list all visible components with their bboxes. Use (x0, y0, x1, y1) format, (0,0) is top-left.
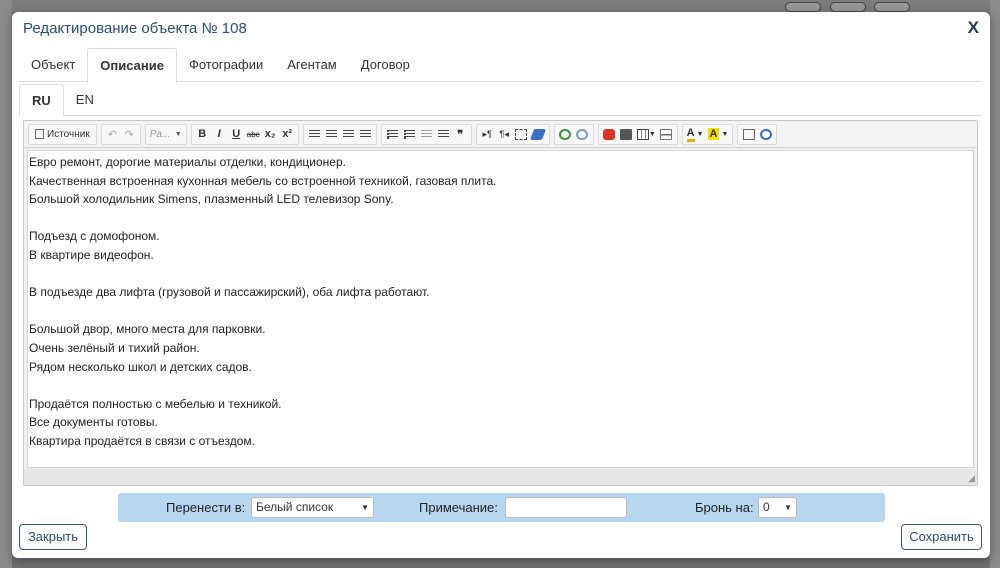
chevron-down-icon: ▼ (174, 130, 182, 138)
youtube-icon[interactable] (601, 125, 618, 144)
outdent-icon[interactable] (418, 125, 435, 144)
note-label: Примечание: (419, 500, 498, 515)
underline-button[interactable]: U (228, 125, 245, 144)
editor-paragraph: Подъезд с домофоном. (29, 229, 160, 244)
tab-description[interactable]: Описание (87, 48, 177, 83)
superscript-button[interactable]: x² (279, 125, 296, 144)
object-actions-bar: Перенести в: Белый список ▼ Примечание: … (118, 493, 885, 522)
paragraph-format-select[interactable]: Ра... ▼ (148, 125, 184, 144)
italic-button[interactable]: I (211, 125, 228, 144)
editor-paragraph: Все документы готовы. (29, 415, 158, 430)
maximize-icon[interactable] (740, 125, 757, 144)
align-left-icon[interactable] (306, 125, 323, 144)
editor-paragraph: В квартире видеофон. (29, 247, 154, 262)
background-app-sidebar (0, 0, 12, 568)
bold-button[interactable]: B (194, 125, 211, 144)
subscript-button[interactable]: x₂ (262, 125, 279, 144)
select-all-icon[interactable] (513, 125, 530, 144)
editor-paragraph: Очень зелёный и тихий район. (29, 340, 200, 355)
save-button[interactable]: Сохранить (901, 524, 982, 550)
numbered-list-icon[interactable] (384, 125, 401, 144)
paragraph-format-value: Ра... (149, 128, 171, 140)
editor-paragraph: В подъезде два лифта (грузовой и пассажи… (29, 285, 430, 300)
move-to-label: Перенести в: (166, 500, 246, 515)
close-icon[interactable]: X (968, 18, 979, 38)
booking-select[interactable]: 0 ▼ (758, 497, 797, 518)
bulleted-list-icon[interactable] (401, 125, 418, 144)
background-badge (785, 2, 821, 12)
main-tabs: Объект Описание Фотографии Агентам Догов… (19, 48, 982, 83)
tab-object[interactable]: Объект (19, 48, 87, 82)
tab-photos[interactable]: Фотографии (177, 48, 275, 82)
editor-paragraph (29, 209, 972, 228)
table-icon[interactable]: ▼ (635, 125, 658, 144)
background-color-button[interactable]: A ▼ (706, 125, 731, 144)
background-app-panel (990, 0, 1000, 568)
dialog-title: Редактирование объекта № 108 (23, 20, 247, 37)
indent-icon[interactable] (435, 125, 452, 144)
edit-object-dialog: Редактирование объекта № 108 X Объект Оп… (12, 12, 990, 558)
background-badge (874, 2, 910, 12)
editor-paragraph: Большой холодильник Simens, плазменный L… (29, 192, 394, 207)
chevron-down-icon: ▼ (361, 503, 369, 512)
background-badge (830, 2, 866, 12)
resize-handle-icon[interactable]: ◢ (968, 473, 975, 484)
source-icon (35, 129, 44, 139)
rtl-icon[interactable]: ¶◂ (496, 125, 513, 144)
note-input[interactable] (505, 497, 627, 518)
blockquote-button[interactable]: ❞ (452, 125, 469, 144)
undo-icon[interactable]: ↶ (104, 125, 121, 144)
link-icon[interactable] (557, 125, 574, 144)
align-center-icon[interactable] (323, 125, 340, 144)
text-color-label: A (686, 127, 695, 142)
strikethrough-button[interactable]: abc (245, 125, 262, 144)
editor-content[interactable]: Евро ремонт, дорогие материалы отделки, … (27, 150, 974, 468)
editor-paragraph (29, 376, 972, 395)
tab-agents[interactable]: Агентам (275, 48, 349, 82)
tab-contract[interactable]: Договор (349, 48, 422, 82)
booking-label: Бронь на: (695, 500, 754, 515)
source-label: Источник (47, 128, 90, 140)
align-right-icon[interactable] (340, 125, 357, 144)
editor-paragraph: Рядом несколько школ и детских садов. (29, 359, 252, 374)
editor-paragraph: Евро ремонт, дорогие материалы отделки, … (29, 155, 346, 169)
move-to-value: Белый список (256, 500, 334, 514)
chevron-down-icon: ▼ (784, 503, 792, 512)
editor-paragraph (29, 265, 972, 284)
background-color-label: A (707, 128, 720, 140)
editor-paragraph: Квартира продаётся в связи с отъездом. (29, 433, 255, 448)
move-to-select[interactable]: Белый список ▼ (251, 497, 374, 518)
tab-lang-en[interactable]: EN (64, 84, 106, 116)
source-button[interactable]: Источник (31, 125, 94, 144)
show-blocks-icon[interactable] (757, 125, 774, 144)
editor-toolbar: Источник ↶ ↷ Ра... ▼ B I U abc x₂ x² ❞ ▸… (24, 121, 977, 148)
language-tabs: RU EN (19, 84, 982, 117)
editor-statusbar: ◢ (24, 469, 977, 485)
editor-paragraph: Большой двор, много места для парковки. (29, 322, 266, 337)
unlink-icon[interactable] (574, 125, 591, 144)
editor-paragraph: Качественная встроенная кухонная мебель … (29, 173, 497, 188)
image-icon[interactable] (618, 125, 635, 144)
text-color-button[interactable]: A ▼ (685, 125, 706, 144)
ltr-icon[interactable]: ▸¶ (479, 125, 496, 144)
clear-format-icon[interactable] (530, 125, 547, 144)
editor-paragraph: Продаётся полностью с мебелью и техникой… (29, 396, 282, 411)
redo-icon[interactable]: ↷ (121, 125, 138, 144)
editor-paragraph (29, 302, 972, 321)
booking-value: 0 (763, 500, 770, 514)
horizontal-rule-icon[interactable] (658, 125, 675, 144)
rich-text-editor: Источник ↶ ↷ Ра... ▼ B I U abc x₂ x² ❞ ▸… (23, 120, 978, 486)
close-button[interactable]: Закрыть (19, 524, 87, 550)
tab-lang-ru[interactable]: RU (19, 84, 64, 117)
dialog-header: Редактирование объекта № 108 X (12, 12, 990, 48)
align-justify-icon[interactable] (357, 125, 374, 144)
